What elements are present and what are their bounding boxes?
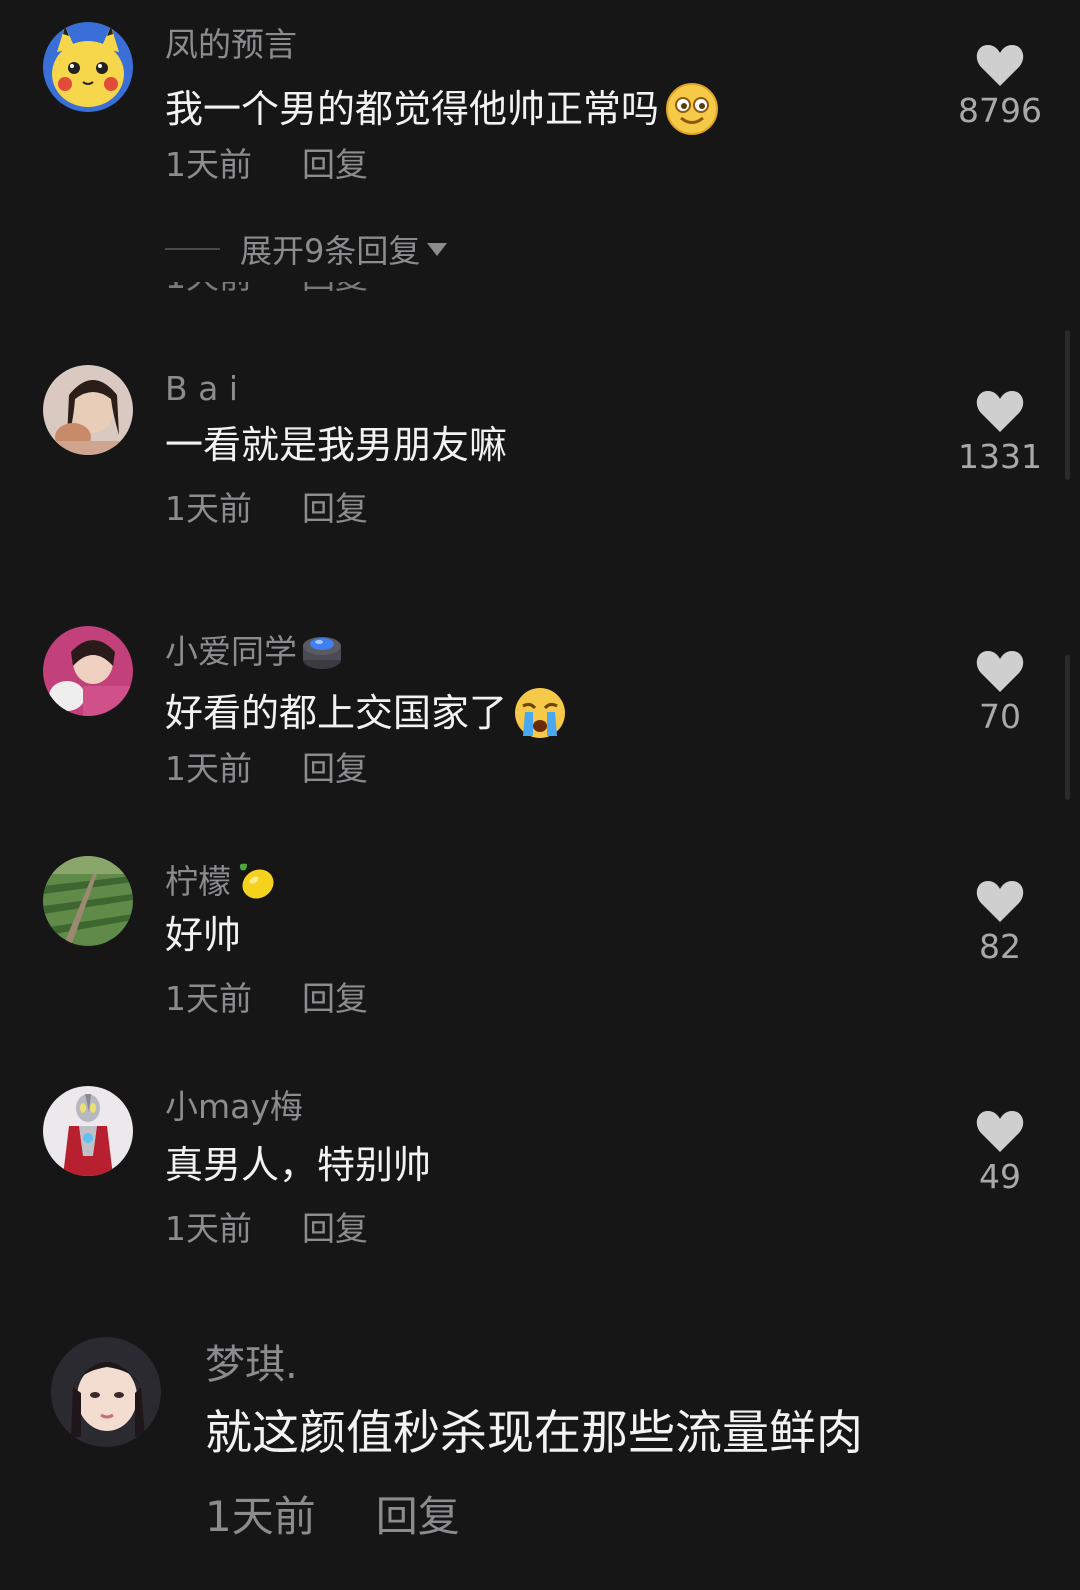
comment-username[interactable]: 柠檬 <box>165 860 277 902</box>
comment-text-content: 就这颜值秒杀现在那些流量鲜肉 <box>205 1406 863 1461</box>
pikachu-avatar-image <box>43 22 133 112</box>
comment-time: 1天前 <box>165 145 252 184</box>
comment-text: 就这颜值秒杀现在那些流量鲜肉 <box>205 1410 863 1457</box>
comment-text: 一看就是我男朋友嘛 <box>165 426 507 464</box>
comment-text: 我一个男的都觉得他帅正常吗 <box>165 82 719 136</box>
lemon-emoji-icon <box>239 863 274 899</box>
username-text: 小may梅 <box>165 1087 303 1126</box>
comment-time: 1天前 <box>205 1492 316 1541</box>
avatar[interactable] <box>43 1086 133 1176</box>
reply-button[interactable]: 回复 <box>376 1492 460 1541</box>
comment-text: 真男人，特别帅 <box>165 1146 431 1184</box>
like-count: 1331 <box>958 437 1042 476</box>
reply-button[interactable]: 回复 <box>302 145 368 184</box>
comment-meta: 1天前 回复 <box>165 148 368 181</box>
comment-time: 1天前 <box>165 749 252 788</box>
like-button[interactable]: 8796 <box>950 42 1050 127</box>
portrait-avatar-image <box>43 626 133 716</box>
portrait-avatar-image <box>43 365 133 455</box>
heart-icon <box>976 1111 1024 1152</box>
ultraman-avatar-image <box>43 1086 133 1176</box>
comment-meta: 1天前 回复 <box>165 982 368 1015</box>
reply-button[interactable]: 回复 <box>302 1209 368 1248</box>
clipped-time: 1天前 <box>165 282 252 296</box>
comment-meta: 1天前 回复 <box>165 752 368 785</box>
avatar[interactable] <box>43 365 133 455</box>
comment-list: 凤的预言 我一个男的都觉得他帅正常吗 1天前 回复 8796 展开9条回复 B … <box>0 0 1080 1590</box>
blue-speaker-emoji-icon <box>303 637 341 669</box>
like-button[interactable]: 1331 <box>950 388 1050 473</box>
reply-button[interactable]: 回复 <box>302 489 368 528</box>
username-text: 凤的预言 <box>165 25 297 64</box>
like-button[interactable]: 70 <box>950 648 1050 733</box>
reply-button[interactable]: 回复 <box>302 749 368 788</box>
like-count: 82 <box>979 927 1021 966</box>
avatar[interactable] <box>43 22 133 112</box>
expand-replies-label: 展开9条回复 <box>240 232 421 270</box>
heart-icon <box>976 45 1024 86</box>
divider-line <box>165 248 220 250</box>
comment-text: 好帅 <box>165 916 241 954</box>
heart-icon <box>976 391 1024 432</box>
caret-down-icon <box>427 243 448 256</box>
like-count: 49 <box>979 1157 1021 1196</box>
comment-username[interactable]: 梦琪. <box>205 1345 298 1385</box>
scrollbar-track[interactable] <box>1065 330 1070 480</box>
comment-username[interactable]: B a i <box>165 372 238 405</box>
scrollbar-track[interactable] <box>1065 655 1070 800</box>
comment-username[interactable]: 小may梅 <box>165 1090 303 1123</box>
comment-meta: 1天前 回复 <box>205 1496 460 1538</box>
reply-button[interactable]: 回复 <box>302 979 368 1018</box>
crying-face-emoji-icon <box>515 688 566 738</box>
expand-replies-button[interactable]: 展开9条回复 <box>165 226 448 272</box>
avatar[interactable] <box>43 856 133 946</box>
avatar[interactable] <box>43 626 133 716</box>
clipped-reply: 回复 <box>302 282 368 296</box>
comment-text-content: 好帅 <box>165 913 242 957</box>
like-count: 70 <box>979 697 1021 736</box>
username-text: B a i <box>165 369 239 408</box>
comment-username[interactable]: 凤的预言 <box>165 28 297 61</box>
comment-meta: 1天前 回复 <box>165 1212 368 1245</box>
smiling-face-emoji-icon <box>666 83 719 135</box>
comment-time: 1天前 <box>165 489 252 528</box>
comment-text-content: 好看的都上交国家了 <box>165 691 508 735</box>
clipped-meta-row: 1天前 回复 <box>165 282 405 296</box>
like-button[interactable]: 49 <box>950 1108 1050 1193</box>
comment-text-content: 我一个男的都觉得他帅正常吗 <box>165 87 660 131</box>
field-avatar-image <box>43 856 133 946</box>
comment-text-content: 真男人，特别帅 <box>165 1143 432 1187</box>
comment-text-content: 一看就是我男朋友嘛 <box>165 423 508 467</box>
comment-username[interactable]: 小爱同学 <box>165 630 343 672</box>
username-text: 小爱同学 <box>165 631 297 671</box>
username-text: 柠檬 <box>165 861 231 901</box>
comment-time: 1天前 <box>165 979 252 1018</box>
like-count: 8796 <box>958 91 1042 130</box>
heart-icon <box>976 651 1024 692</box>
like-button[interactable]: 82 <box>950 878 1050 963</box>
portrait-avatar-image <box>51 1337 161 1447</box>
comment-text: 好看的都上交国家了 <box>165 686 567 740</box>
heart-icon <box>976 881 1024 922</box>
avatar[interactable] <box>51 1337 161 1447</box>
comment-time: 1天前 <box>165 1209 252 1248</box>
username-text: 梦琪. <box>205 1342 298 1388</box>
comment-meta: 1天前 回复 <box>165 492 368 525</box>
